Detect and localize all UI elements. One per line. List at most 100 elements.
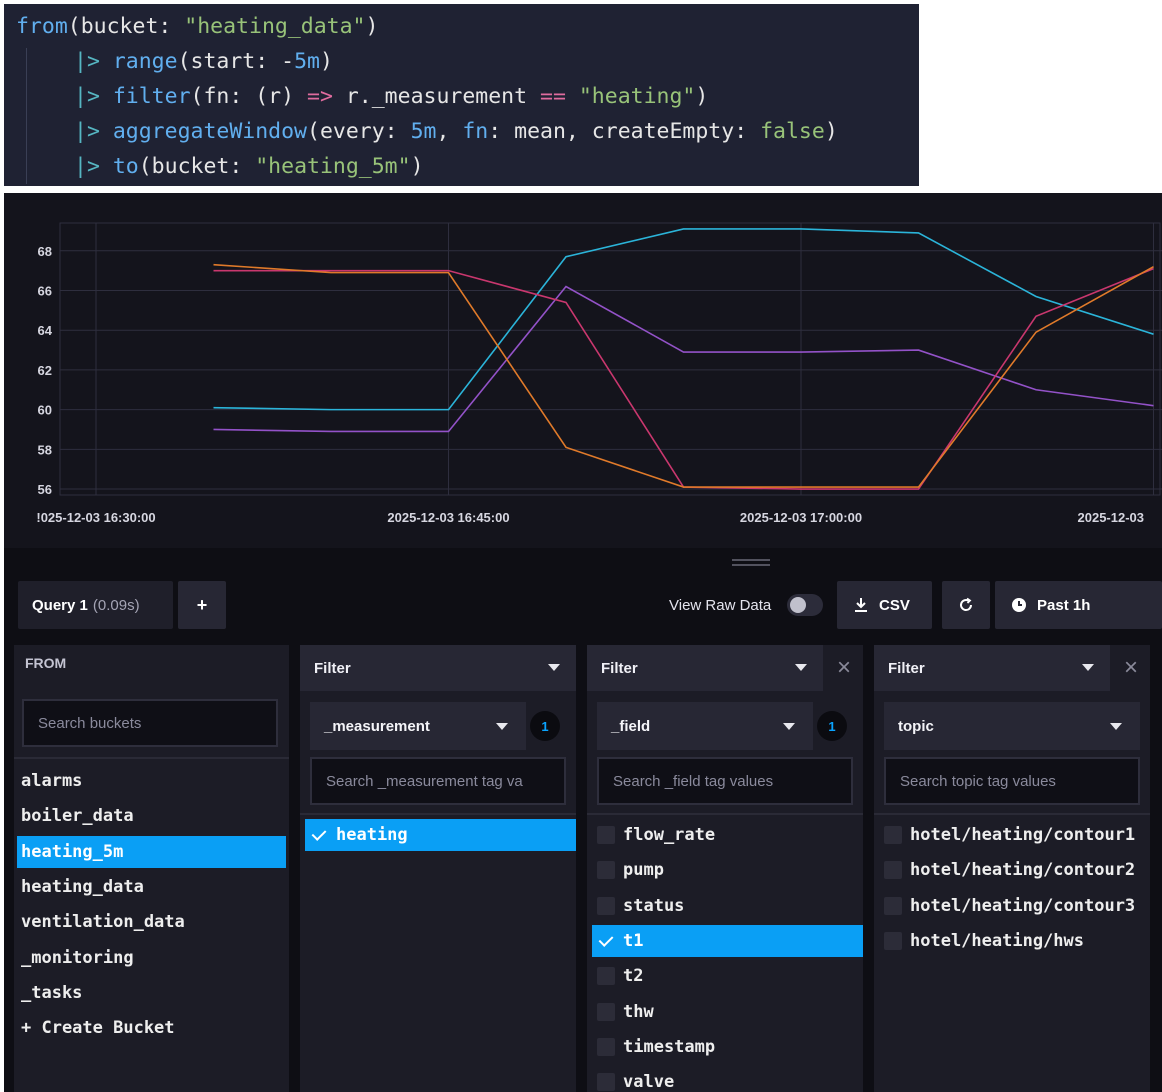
bucket-item[interactable]: alarms xyxy=(17,765,286,797)
checkbox-icon[interactable] xyxy=(884,896,902,915)
view-raw-data-label: View Raw Data xyxy=(669,597,772,614)
plot-frame xyxy=(59,222,1161,496)
x-tick-label: 2025-12-03 17:00:00 xyxy=(740,510,862,525)
x-tick-label: 2025-12-03 xyxy=(1078,510,1145,525)
csv-download-button[interactable]: CSV xyxy=(837,581,932,629)
tag-value-item[interactable]: t2 xyxy=(592,960,863,992)
bucket-item[interactable]: boiler_data xyxy=(17,800,286,832)
code-token: filter xyxy=(112,84,191,109)
code-token: 5m xyxy=(410,119,437,144)
filter-card-measurement: Filter _measurement 1 heating xyxy=(300,645,576,1092)
close-icon[interactable]: × xyxy=(1112,645,1150,691)
close-icon[interactable]: × xyxy=(825,645,863,691)
code-token: , xyxy=(436,119,463,144)
filter-header-label: Filter xyxy=(314,659,351,677)
checkbox-checked-icon[interactable] xyxy=(310,826,328,844)
code-line: |> aggregateWindow(every: 5m, fn: mean, … xyxy=(74,117,838,147)
bucket-item[interactable]: heating_5m xyxy=(17,835,286,868)
filter-card-topic: Filter × topic hotel/heating/contour1 hot… xyxy=(874,645,1150,1092)
resize-handle[interactable] xyxy=(732,559,770,566)
bucket-item[interactable]: _monitoring xyxy=(17,942,286,974)
tag-value-item[interactable]: timestamp xyxy=(592,1031,863,1063)
tag-key-select[interactable]: _field xyxy=(597,702,813,750)
tag-value-item[interactable]: hotel/heating/hws xyxy=(879,925,1145,957)
checkbox-icon[interactable] xyxy=(597,1037,615,1056)
time-range-label: Past 1h xyxy=(1037,596,1091,614)
code-token: |> xyxy=(74,119,113,144)
y-tick-label: 58 xyxy=(38,442,52,457)
code-token: ) xyxy=(365,14,379,39)
divider xyxy=(874,813,1150,815)
filter-dropdown[interactable]: Filter xyxy=(587,645,823,691)
code-token: (start: - xyxy=(177,49,295,74)
code-token: "heating" xyxy=(578,84,696,109)
divider xyxy=(300,813,576,815)
flux-code-editor[interactable]: from(bucket: "heating_data") |> range(st… xyxy=(4,4,919,186)
tag-value-item[interactable]: hotel/heating/contour2 xyxy=(879,854,1145,886)
code-token: |> xyxy=(74,84,113,109)
tag-search-input[interactable] xyxy=(597,757,853,805)
tag-value-item[interactable]: thw xyxy=(592,996,863,1028)
tag-value-item[interactable]: heating xyxy=(305,819,576,851)
refresh-icon xyxy=(960,597,973,611)
code-token: 5m xyxy=(294,49,320,74)
tag-value-label: thw xyxy=(623,1001,654,1022)
create-bucket-button[interactable]: + Create Bucket xyxy=(17,1012,286,1044)
code-token: : mean, createEmpty: xyxy=(488,119,761,144)
add-query-button[interactable]: + xyxy=(178,581,226,629)
tag-value-label: status xyxy=(623,895,685,916)
line-graph-svg: 56 58 60 62 64 66 68 !025-12-03 16:30:00 2025-12… xyxy=(36,222,1162,525)
series-line xyxy=(213,267,1154,490)
y-tick-label: 56 xyxy=(38,482,52,497)
code-token: "heating_data" xyxy=(184,14,366,39)
tag-value-item[interactable]: pump xyxy=(592,854,863,886)
checkbox-icon[interactable] xyxy=(884,861,902,880)
checkbox-icon[interactable] xyxy=(884,826,902,844)
code-token: ) xyxy=(410,154,424,179)
tag-value-label: flow_rate xyxy=(623,825,716,845)
tag-value-item[interactable]: flow_rate xyxy=(592,819,863,851)
checkbox-icon[interactable] xyxy=(597,1002,615,1021)
tag-key-select[interactable]: _measurement xyxy=(310,702,526,750)
tag-value-item[interactable]: status xyxy=(592,890,863,922)
refresh-button[interactable] xyxy=(942,581,990,629)
tag-value-item[interactable]: hotel/heating/contour1 xyxy=(879,819,1145,851)
code-token: aggregateWindow xyxy=(112,119,308,144)
query-tab[interactable]: Query 1 (0.09s) xyxy=(18,581,173,629)
chevron-down-icon xyxy=(548,664,560,671)
tag-key-select[interactable]: topic xyxy=(884,702,1140,750)
time-range-dropdown[interactable]: Past 1h xyxy=(995,581,1162,629)
tag-value-label: valve xyxy=(623,1072,675,1092)
bucket-item[interactable]: ventilation_data xyxy=(17,906,286,938)
checkbox-icon[interactable] xyxy=(597,1073,615,1092)
checkbox-checked-icon[interactable] xyxy=(597,932,615,950)
bucket-search-input[interactable] xyxy=(22,699,278,747)
filter-dropdown[interactable]: Filter xyxy=(874,645,1110,691)
bucket-item[interactable]: _tasks xyxy=(17,977,286,1009)
checkbox-icon[interactable] xyxy=(597,861,615,880)
y-tick-label: 64 xyxy=(38,323,53,338)
tag-key-label: topic xyxy=(898,717,934,735)
code-token: |> xyxy=(74,154,113,179)
tag-search-input[interactable] xyxy=(884,757,1140,805)
checkbox-icon[interactable] xyxy=(597,967,615,986)
checkbox-icon[interactable] xyxy=(597,896,615,915)
y-tick-label: 68 xyxy=(38,244,52,259)
tag-value-item[interactable]: t1 xyxy=(592,924,863,957)
download-icon xyxy=(855,598,867,612)
checkbox-icon[interactable] xyxy=(884,931,902,950)
bucket-item[interactable]: heating_data xyxy=(17,871,286,903)
tag-value-label: t1 xyxy=(623,930,644,951)
view-raw-data-toggle[interactable] xyxy=(787,594,823,616)
x-tick-label: 2025-12-03 16:45:00 xyxy=(387,510,509,525)
indent-guide xyxy=(26,48,27,184)
x-tick-label: !025-12-03 16:30:00 xyxy=(36,510,155,525)
tag-search-input[interactable] xyxy=(310,757,566,805)
tag-value-item[interactable]: hotel/heating/contour3 xyxy=(879,890,1145,922)
clock-icon xyxy=(1012,598,1026,612)
filter-dropdown[interactable]: Filter xyxy=(300,645,576,691)
tag-value-item[interactable]: valve xyxy=(592,1066,863,1092)
checkbox-icon[interactable] xyxy=(597,826,615,844)
tag-value-label: pump xyxy=(623,860,664,881)
query-tab-label: Query 1 xyxy=(32,596,88,614)
